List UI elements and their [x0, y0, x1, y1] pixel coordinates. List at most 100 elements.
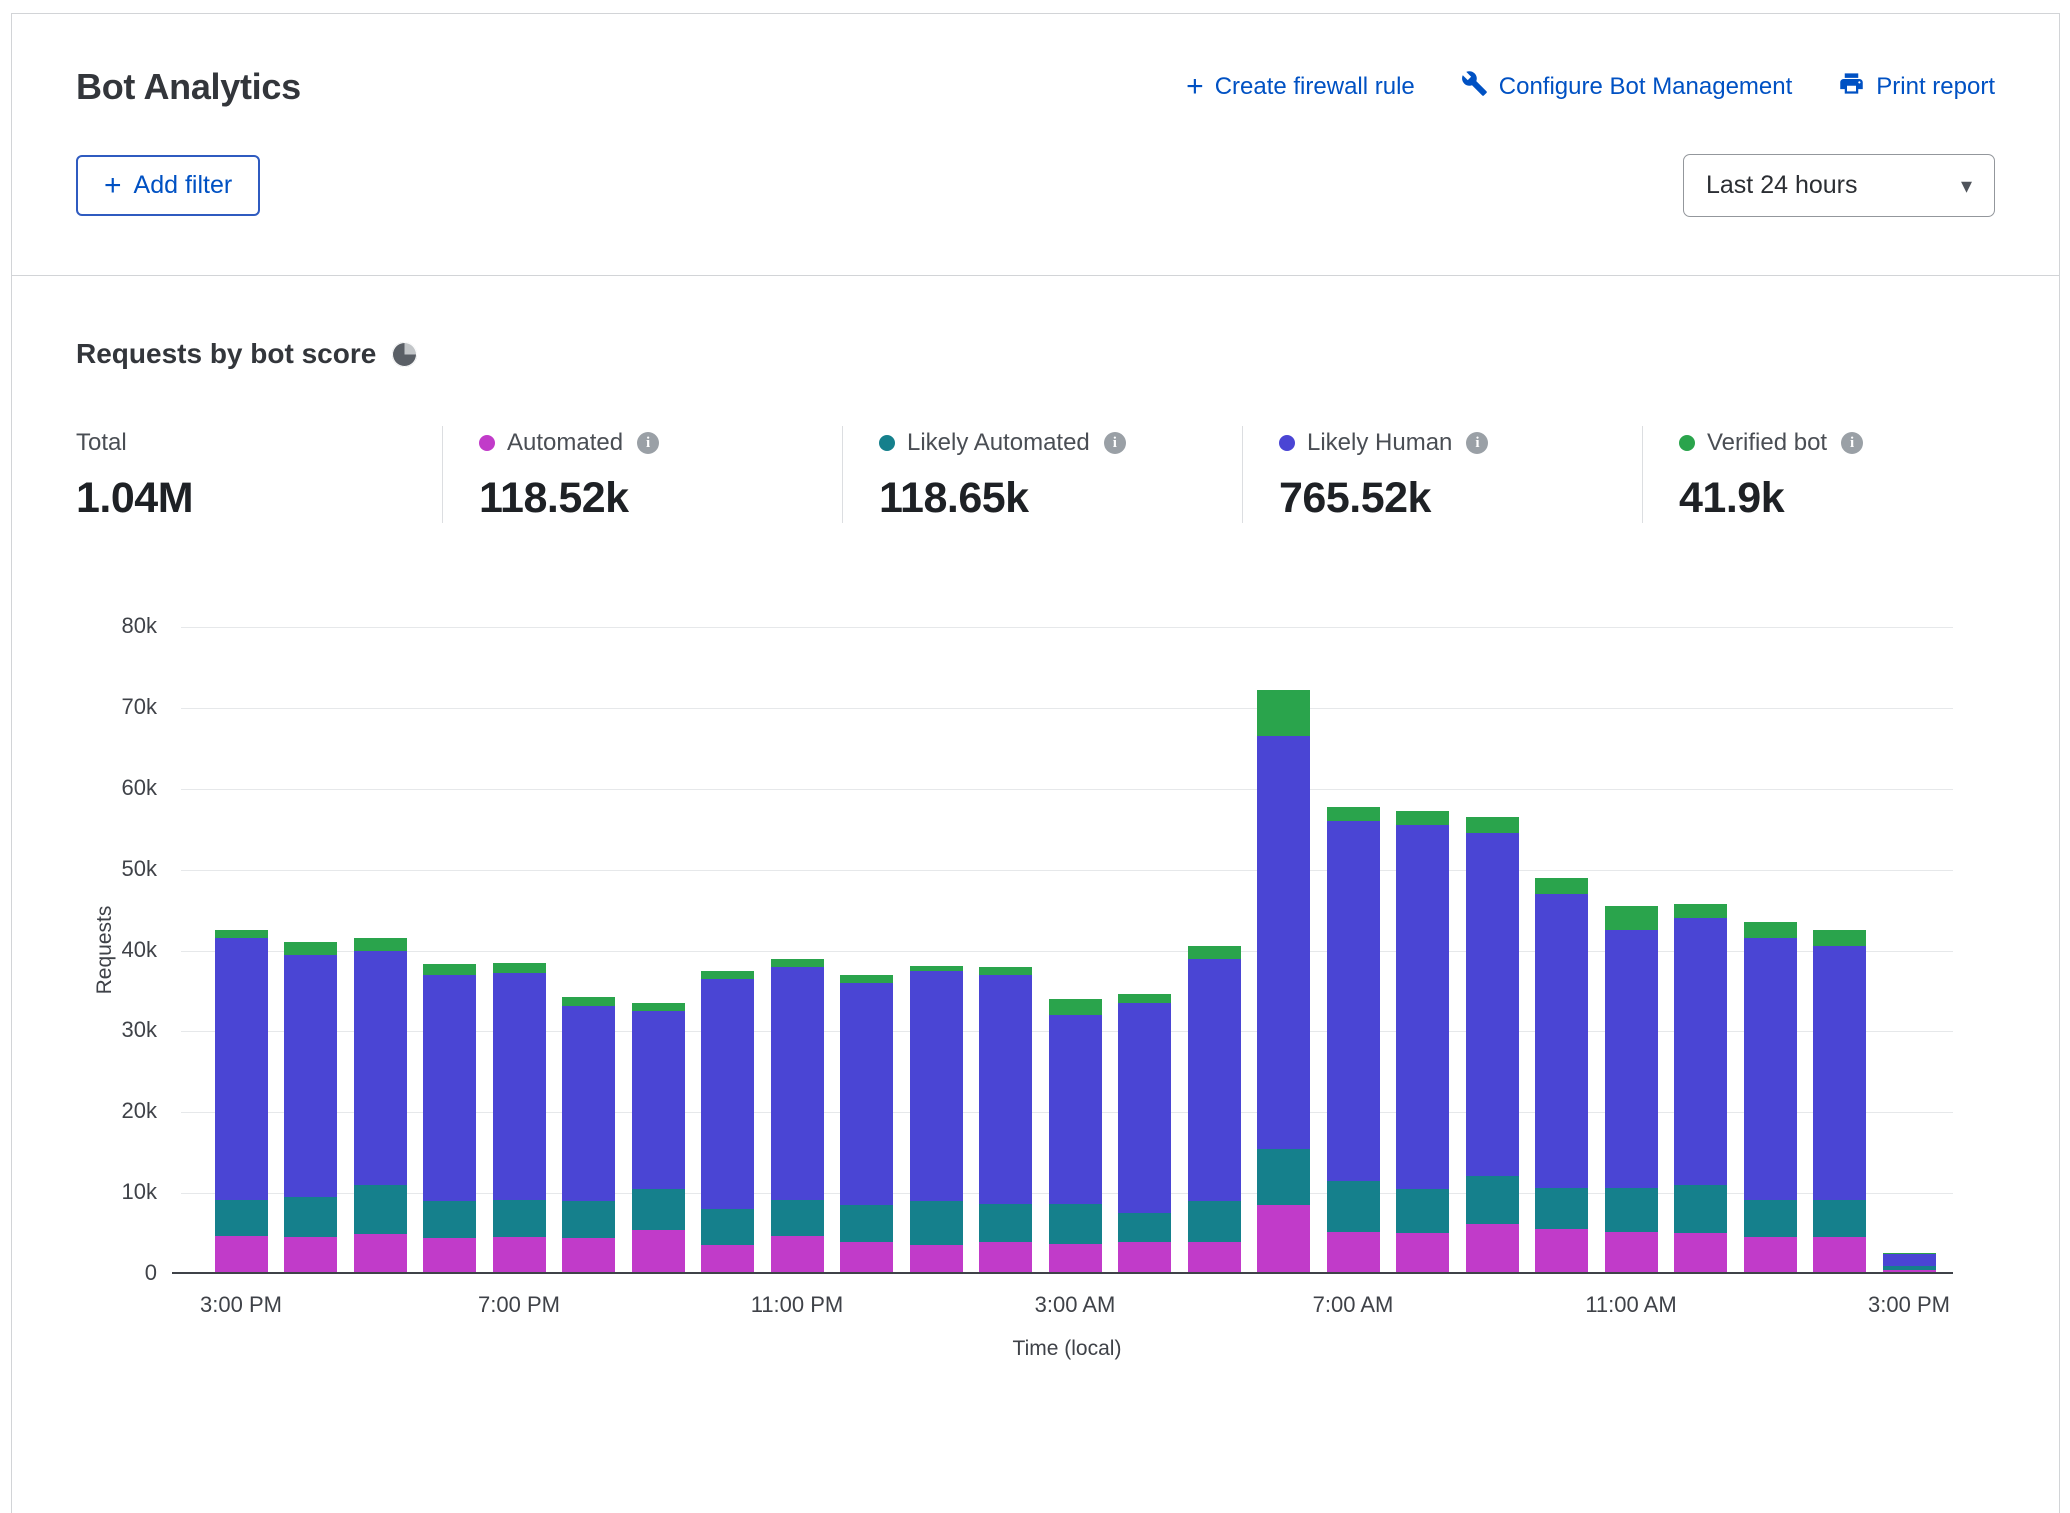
requests-chart: Requests 010k20k30k40k50k60k70k80k 3:00 …: [12, 627, 2059, 1397]
stat-likely-human: Likely Human i 765.52k: [1242, 426, 1642, 523]
print-report-label: Print report: [1876, 73, 1995, 101]
bar-stack[interactable]: [979, 627, 1032, 1274]
bar-segment-likely-human: [1674, 918, 1727, 1185]
bar-stack[interactable]: [910, 627, 963, 1274]
bar-segment-automated: [632, 1230, 685, 1274]
pie-chart-icon[interactable]: [392, 342, 417, 367]
bar-stack[interactable]: [423, 627, 476, 1274]
bar-segment-automated: [1188, 1242, 1241, 1274]
y-tick-label: 60k: [12, 775, 157, 801]
bar-stack[interactable]: [1327, 627, 1380, 1274]
bar-segment-automated: [1049, 1244, 1102, 1274]
stat-verified-bot-label: Verified bot: [1707, 429, 1827, 457]
time-range-select[interactable]: Last 24 hours ▾: [1683, 154, 1995, 217]
bar-stack[interactable]: [1257, 627, 1310, 1274]
bar-segment-verified-bot: [979, 967, 1032, 975]
bar-segment-likely-automated: [910, 1201, 963, 1245]
bar-segment-automated: [1257, 1205, 1310, 1274]
x-tick-label: 11:00 AM: [1551, 1292, 1711, 1318]
bar-stack[interactable]: [354, 627, 407, 1274]
bar-segment-likely-automated: [701, 1209, 754, 1245]
bar-stack[interactable]: [771, 627, 824, 1274]
bar-segment-likely-automated: [1674, 1185, 1727, 1233]
bar-segment-automated: [1813, 1237, 1866, 1274]
bar-segment-likely-automated: [1118, 1213, 1171, 1242]
bar-stack[interactable]: [1118, 627, 1171, 1274]
bar-segment-likely-human: [1744, 938, 1797, 1200]
bar-segment-likely-human: [1257, 736, 1310, 1148]
bar-segment-likely-human: [1605, 930, 1658, 1188]
info-icon[interactable]: i: [637, 432, 659, 454]
section-title: Requests by bot score: [76, 338, 376, 370]
bar-stack[interactable]: [840, 627, 893, 1274]
bar-stack[interactable]: [284, 627, 337, 1274]
bar-segment-likely-human: [910, 971, 963, 1201]
bar-segment-likely-human: [701, 979, 754, 1209]
y-tick-label: 50k: [12, 856, 157, 882]
y-tick-label: 40k: [12, 937, 157, 963]
bar-segment-likely-automated: [1257, 1149, 1310, 1206]
bar-segment-likely-automated: [840, 1205, 893, 1241]
bar-segment-likely-automated: [771, 1200, 824, 1236]
bar-segment-likely-human: [632, 1011, 685, 1189]
card-body: Requests by bot score Total 1.04M Automa…: [12, 276, 2059, 1397]
bar-stack[interactable]: [1466, 627, 1519, 1274]
info-icon[interactable]: i: [1104, 432, 1126, 454]
bar-segment-verified-bot: [562, 997, 615, 1005]
bar-segment-likely-human: [1396, 825, 1449, 1189]
bar-stack[interactable]: [1813, 627, 1866, 1274]
bar-segment-automated: [1327, 1232, 1380, 1274]
bar-segment-verified-bot: [1813, 930, 1866, 946]
bar-segment-likely-automated: [1883, 1266, 1936, 1270]
bar-segment-likely-automated: [215, 1200, 268, 1236]
bar-segment-verified-bot: [910, 966, 963, 971]
bar-segment-automated: [910, 1245, 963, 1274]
y-tick-label: 20k: [12, 1098, 157, 1124]
bar-stack[interactable]: [215, 627, 268, 1274]
time-range-value: Last 24 hours: [1706, 171, 1858, 200]
bar-stack[interactable]: [1535, 627, 1588, 1274]
x-axis-title: Time (local): [181, 1337, 1953, 1361]
bar-stack[interactable]: [493, 627, 546, 1274]
bar-stack[interactable]: [1049, 627, 1102, 1274]
add-filter-button[interactable]: + Add filter: [76, 155, 260, 216]
bar-segment-verified-bot: [1466, 817, 1519, 833]
y-tick-label: 30k: [12, 1017, 157, 1043]
bar-segment-verified-bot: [1327, 807, 1380, 821]
configure-bot-management-link[interactable]: Configure Bot Management: [1461, 70, 1793, 104]
info-icon[interactable]: i: [1841, 432, 1863, 454]
info-icon[interactable]: i: [1466, 432, 1488, 454]
bar-segment-likely-human: [562, 1006, 615, 1202]
bar-segment-likely-human: [423, 975, 476, 1201]
bar-stack[interactable]: [1744, 627, 1797, 1274]
bar-segment-verified-bot: [771, 959, 824, 967]
print-report-link[interactable]: Print report: [1838, 70, 1995, 104]
bar-segment-automated: [1605, 1232, 1658, 1274]
bar-segment-automated: [284, 1237, 337, 1274]
bar-segment-verified-bot: [1188, 946, 1241, 958]
section-title-row: Requests by bot score: [76, 338, 2059, 370]
stat-automated-label: Automated: [507, 429, 623, 457]
printer-icon: [1838, 70, 1865, 104]
bar-stack[interactable]: [1605, 627, 1658, 1274]
bar-stack[interactable]: [1883, 627, 1936, 1274]
bar-stack[interactable]: [701, 627, 754, 1274]
bar-segment-likely-human: [1883, 1254, 1936, 1266]
bar-segment-likely-automated: [1535, 1188, 1588, 1228]
y-tick-label: 80k: [12, 613, 157, 639]
bar-stack[interactable]: [632, 627, 685, 1274]
bar-segment-likely-human: [1813, 946, 1866, 1200]
bar-segment-verified-bot: [423, 964, 476, 975]
bar-segment-likely-human: [1118, 1003, 1171, 1212]
bar-segment-automated: [1535, 1229, 1588, 1274]
bar-stack[interactable]: [562, 627, 615, 1274]
bar-segment-likely-automated: [1466, 1176, 1519, 1224]
bar-stack[interactable]: [1188, 627, 1241, 1274]
bar-segment-likely-automated: [1813, 1200, 1866, 1236]
bar-stack[interactable]: [1396, 627, 1449, 1274]
chevron-down-icon: ▾: [1961, 173, 1972, 199]
bar-segment-automated: [562, 1238, 615, 1274]
create-firewall-rule-link[interactable]: + Create firewall rule: [1186, 72, 1415, 102]
card-header: Bot Analytics + Create firewall rule Con…: [12, 14, 2059, 276]
bar-stack[interactable]: [1674, 627, 1727, 1274]
